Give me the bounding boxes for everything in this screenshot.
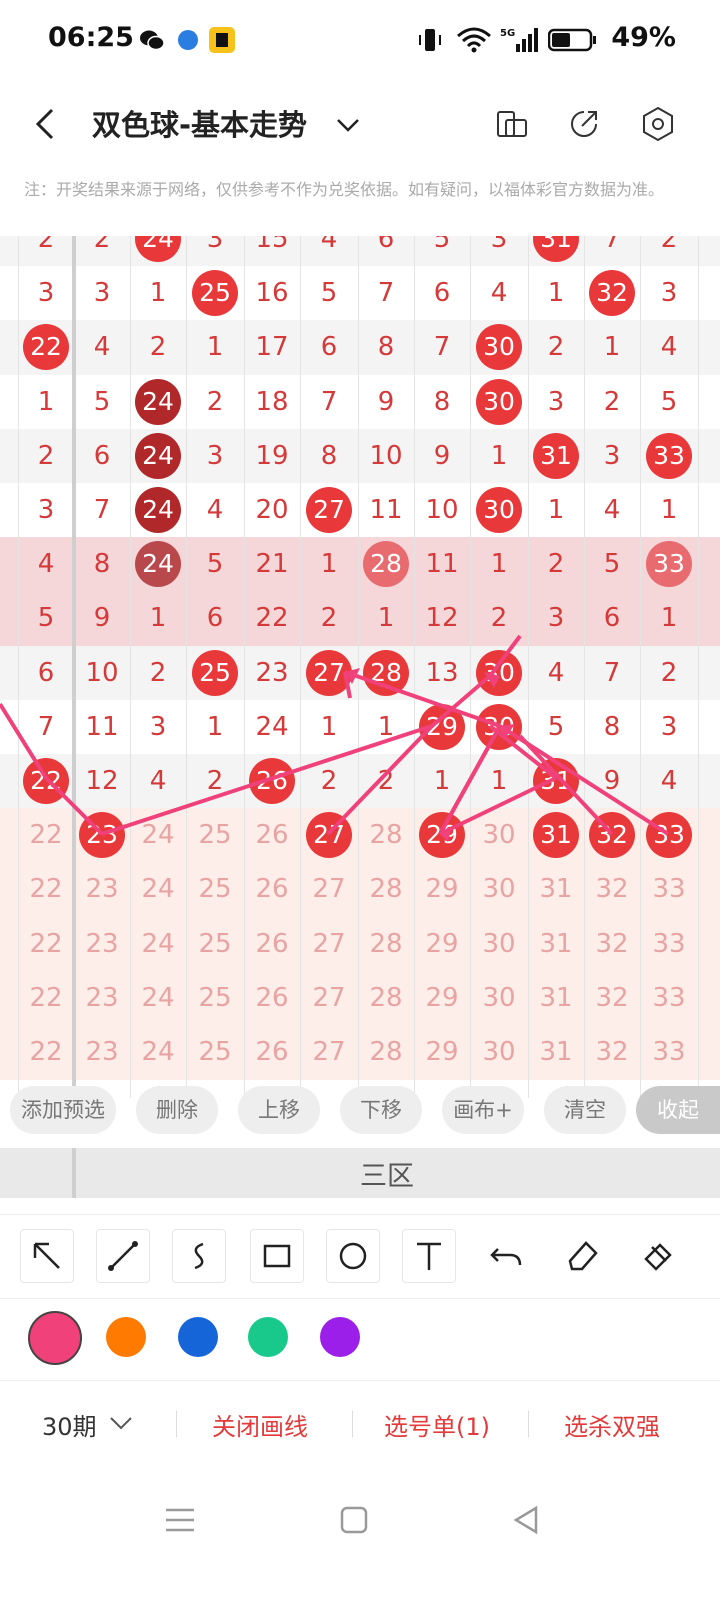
svg-text:5G: 5G <box>500 28 515 39</box>
add-preselect-button[interactable]: 添加预选 <box>10 1086 116 1134</box>
divider <box>176 1411 177 1437</box>
drawn-line <box>518 734 614 836</box>
arrow-tool-icon[interactable] <box>20 1229 74 1283</box>
undo-icon[interactable] <box>480 1229 532 1281</box>
select-kill-button[interactable]: 选杀双强 <box>564 1407 660 1442</box>
color-pink-swatch[interactable] <box>28 1311 82 1365</box>
back-icon[interactable] <box>26 104 66 144</box>
rectangle-tool-icon[interactable] <box>250 1229 304 1283</box>
bottom-action-bar: 30期 关闭画线 选号单(1) 选杀双强 <box>0 1380 720 1471</box>
curve-tool-icon[interactable] <box>172 1229 226 1283</box>
clear-button[interactable]: 清空 <box>544 1086 626 1134</box>
period-selector[interactable]: 30期 <box>42 1407 97 1442</box>
color-blue-swatch[interactable] <box>178 1317 218 1357</box>
disclaimer-note: 注：开奖结果来源于网络，仅供参考不作为兑奖依据。如有疑问，以福体彩官方数据为准。 <box>24 180 665 199</box>
settings-icon[interactable] <box>638 104 678 144</box>
move-down-button[interactable]: 下移 <box>340 1086 422 1134</box>
chevron-down-icon[interactable] <box>108 1413 134 1433</box>
drawn-lines-overlay[interactable] <box>0 236 720 1098</box>
zone-divider <box>72 1148 76 1198</box>
pick-list-button[interactable]: 选号单(1) <box>384 1407 490 1442</box>
wechat-icon <box>140 30 165 51</box>
game-app-icon <box>209 27 235 53</box>
color-orange-swatch[interactable] <box>106 1317 146 1357</box>
drawing-tools <box>0 1214 720 1299</box>
home-icon[interactable] <box>334 1500 374 1540</box>
delete-button[interactable]: 删除 <box>136 1086 218 1134</box>
text-tool-icon[interactable] <box>402 1229 456 1283</box>
wifi-icon <box>457 27 491 53</box>
zone-title: 三区 <box>360 1161 414 1192</box>
canvas-plus-button[interactable]: 画布+ <box>442 1086 524 1134</box>
drawing-actions: 添加预选 删除 上移 下移 画布+ 清空 收起 <box>0 1086 720 1144</box>
app-icon <box>178 30 198 50</box>
eraser-icon[interactable] <box>556 1229 608 1281</box>
move-up-button[interactable]: 上移 <box>238 1086 320 1134</box>
drawn-line <box>0 702 48 780</box>
status-bar: 06:25 5G 49% <box>0 0 720 80</box>
drawn-line <box>44 776 104 836</box>
vibrate-icon <box>419 29 441 51</box>
system-nav-bar <box>0 1480 720 1604</box>
circle-tool-icon[interactable] <box>326 1229 380 1283</box>
color-purple-swatch[interactable] <box>320 1317 360 1357</box>
drawn-line <box>488 634 522 678</box>
menu-icon[interactable] <box>160 1500 200 1540</box>
layout-switch-icon[interactable] <box>492 104 532 144</box>
color-green-swatch[interactable] <box>248 1317 288 1357</box>
color-palette <box>0 1298 720 1379</box>
trend-chart[interactable]: 2 2 24 3 15 4 6 5 3 31 7 2 3 3 1 25 16 5 7 6 4 1 32 3 22 4 2 1 17 6 8 7… <box>0 236 720 1098</box>
divider <box>352 1411 353 1437</box>
app-header: 双色球-基本走势 <box>0 80 720 170</box>
drawn-line <box>344 670 501 728</box>
divider <box>528 1411 529 1437</box>
chevron-down-icon[interactable] <box>328 104 368 144</box>
zone-header: 三区 <box>0 1148 720 1198</box>
share-icon[interactable] <box>564 104 604 144</box>
signal-5g-icon: 5G <box>500 28 538 52</box>
back-nav-icon[interactable] <box>506 1500 546 1540</box>
line-tool-icon[interactable] <box>96 1229 150 1283</box>
battery-icon <box>548 28 596 52</box>
status-time: 06:25 <box>48 22 134 53</box>
drawn-line <box>488 724 558 780</box>
page-title[interactable]: 双色球-基本走势 <box>92 102 307 144</box>
close-lines-button[interactable]: 关闭画线 <box>212 1407 308 1442</box>
clear-all-brush-icon[interactable] <box>632 1229 684 1281</box>
battery-percent: 49% <box>611 22 676 53</box>
collapse-button[interactable]: 收起 <box>636 1086 720 1134</box>
